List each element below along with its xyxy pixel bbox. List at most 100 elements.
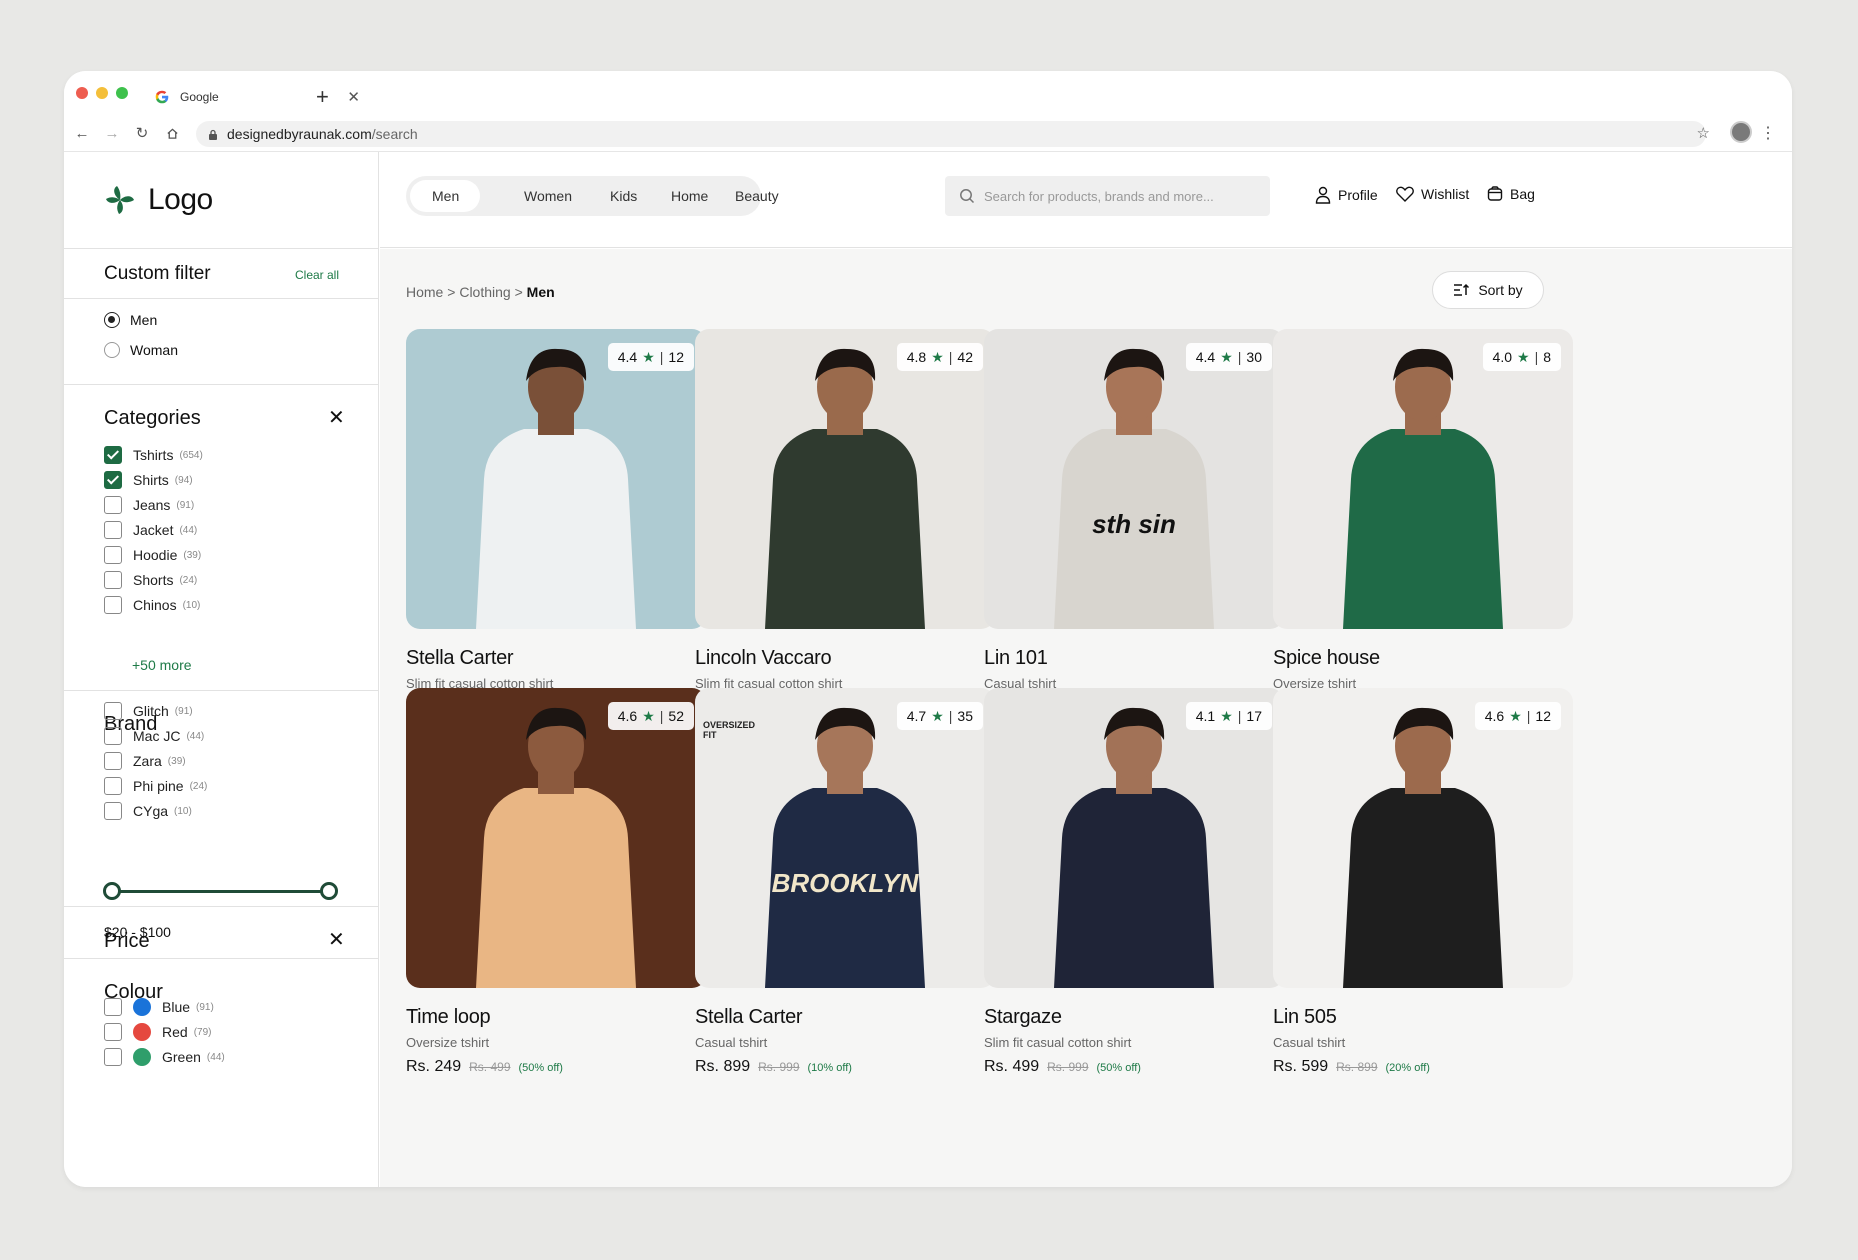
brand-option[interactable]: Glitch (91) [104,702,193,720]
tab-men[interactable]: Men [432,176,459,216]
product-image[interactable]: 4.8 ★ | 42 [695,329,995,629]
back-icon[interactable]: ← [72,123,92,143]
categories-close-icon[interactable]: ✕ [328,408,345,428]
category-option[interactable]: Shirts (94) [104,471,193,489]
product-image[interactable]: BROOKLYN OVERSIZED FIT 4.7 ★ | 35 [695,688,995,988]
product-image[interactable]: 4.6 ★ | 12 [1273,688,1573,988]
rating-divider: | [659,349,664,365]
brand-option[interactable]: CYga (10) [104,802,192,820]
product-name[interactable]: Time loop [406,1006,491,1029]
checkbox[interactable] [104,802,122,820]
tab-home[interactable]: Home [671,176,708,216]
more-categories-link[interactable]: +50 more [132,657,192,673]
checkbox[interactable] [104,727,122,745]
checkbox[interactable] [104,1048,122,1066]
product-image[interactable]: sth sin 4.4 ★ | 30 [984,329,1284,629]
product-card[interactable]: sth sin4.4★|30Lin 101Casual tshirtRs. 79… [984,329,1284,739]
price-close-icon[interactable]: ✕ [328,930,345,950]
radio-unselected[interactable] [104,342,120,358]
user-icon [1315,186,1331,204]
price-max-handle[interactable] [320,882,338,900]
bookmark-star-icon[interactable]: ☆ [1697,124,1710,142]
checkbox[interactable] [104,998,122,1016]
brand-option[interactable]: Mac JC (44) [104,727,204,745]
product-photo [695,329,995,629]
category-option[interactable]: Shorts (24) [104,571,197,589]
product-name[interactable]: Lin 505 [1273,1006,1337,1029]
checkbox[interactable] [104,521,122,539]
checkbox[interactable] [104,546,122,564]
product-name[interactable]: Lin 101 [984,647,1048,670]
price-min-handle[interactable] [103,882,121,900]
colour-option[interactable]: Green (44) [104,1048,225,1066]
product-card[interactable]: 4.0★|8Spice houseOversize tshirtRs. 899R… [1273,329,1573,739]
product-name[interactable]: Stella Carter [406,647,514,670]
category-count: (10) [182,599,201,611]
url-domain: designedbyraunak.com [227,126,372,142]
address-bar[interactable]: designedbyraunak.com/search [196,121,1706,147]
profile-link[interactable]: Profile [1315,186,1378,204]
sort-by-button[interactable]: Sort by [1432,271,1544,309]
product-listing: Home > Clothing > Men Sort by 4.4 ★ | 12 Ste… [380,249,1792,1187]
product-image[interactable]: 4.0 ★ | 8 [1273,329,1573,629]
checkbox[interactable] [104,496,122,514]
tab-women[interactable]: Women [524,176,572,216]
checkbox[interactable] [104,702,122,720]
checkbox[interactable] [104,596,122,614]
category-option[interactable]: Tshirts (654) [104,446,203,464]
product-name[interactable]: Lincoln Vaccaro [695,647,832,670]
breadcrumb-clothing[interactable]: Clothing [459,284,510,300]
rating-badge: 4.4 ★ | 30 [1185,343,1272,371]
new-tab-icon[interactable]: + [316,79,329,115]
browser-tab[interactable]: Google ✕ [152,79,372,115]
breadcrumb-home[interactable]: Home [406,284,443,300]
gender-radio-men[interactable]: Men [104,312,157,328]
product-name[interactable]: Stargaze [984,1006,1062,1029]
category-option[interactable]: Jacket (44) [104,521,197,539]
wishlist-link[interactable]: Wishlist [1396,186,1469,202]
colour-option[interactable]: Red (79) [104,1023,211,1041]
checkbox-checked[interactable] [104,471,122,489]
category-option[interactable]: Hoodie (39) [104,546,201,564]
forward-icon[interactable]: → [102,123,122,143]
maximize-window-icon[interactable] [116,87,128,99]
tab-kids[interactable]: Kids [610,176,637,216]
product-card[interactable]: 4.6 ★ | 52 Time loop Oversize tshirt Rs. 249 Rs… [406,688,706,1098]
product-card[interactable]: 4.6 ★ | 12 Lin 505 Casual tshirt Rs. 599 Rs. 89… [1273,688,1573,1098]
logo[interactable]: Logo [104,182,213,218]
category-option[interactable]: Jeans (91) [104,496,194,514]
tab-close-icon[interactable]: ✕ [347,88,360,106]
product-card[interactable]: 4.4 ★ | 12 Stella Carter Slim fit casual cott… [406,329,706,739]
checkbox-checked[interactable] [104,446,122,464]
product-image[interactable]: 4.6 ★ | 52 [406,688,706,988]
brand-option[interactable]: Phi pine (24) [104,777,207,795]
tab-beauty[interactable]: Beauty [735,176,779,216]
product-image[interactable]: 4.1 ★ | 17 [984,688,1284,988]
search-placeholder: Search for products, brands and more... [984,188,1214,204]
home-icon[interactable] [162,123,182,143]
product-name[interactable]: Stella Carter [695,1006,803,1029]
browser-menu-icon[interactable]: ⋮ [1760,123,1776,143]
bag-link[interactable]: Bag [1487,186,1535,202]
colour-option[interactable]: Blue (91) [104,998,214,1016]
checkbox[interactable] [104,1023,122,1041]
reload-icon[interactable]: ↻ [132,123,152,143]
radio-selected[interactable] [104,312,120,328]
price-slider-track[interactable] [110,890,329,893]
clear-all-link[interactable]: Clear all [295,268,339,282]
search-input[interactable]: Search for products, brands and more... [945,176,1270,216]
checkbox[interactable] [104,777,122,795]
category-option[interactable]: Chinos (10) [104,596,200,614]
product-card[interactable]: 4.1 ★ | 17 Stargaze Slim fit casual cotton sh… [984,688,1284,1098]
product-image[interactable]: 4.4 ★ | 12 [406,329,706,629]
product-name[interactable]: Spice house [1273,647,1380,670]
checkbox[interactable] [104,752,122,770]
browser-profile-avatar[interactable] [1730,121,1752,143]
product-card[interactable]: BROOKLYN OVERSIZED FIT 4.7 ★ | 35 Stella Carte… [695,688,995,1098]
minimize-window-icon[interactable] [96,87,108,99]
gender-radio-woman[interactable]: Woman [104,342,178,358]
product-card[interactable]: 4.8 ★ | 42 Lincoln Vaccaro Slim fit casual co… [695,329,995,739]
close-window-icon[interactable] [76,87,88,99]
checkbox[interactable] [104,571,122,589]
brand-option[interactable]: Zara (39) [104,752,186,770]
